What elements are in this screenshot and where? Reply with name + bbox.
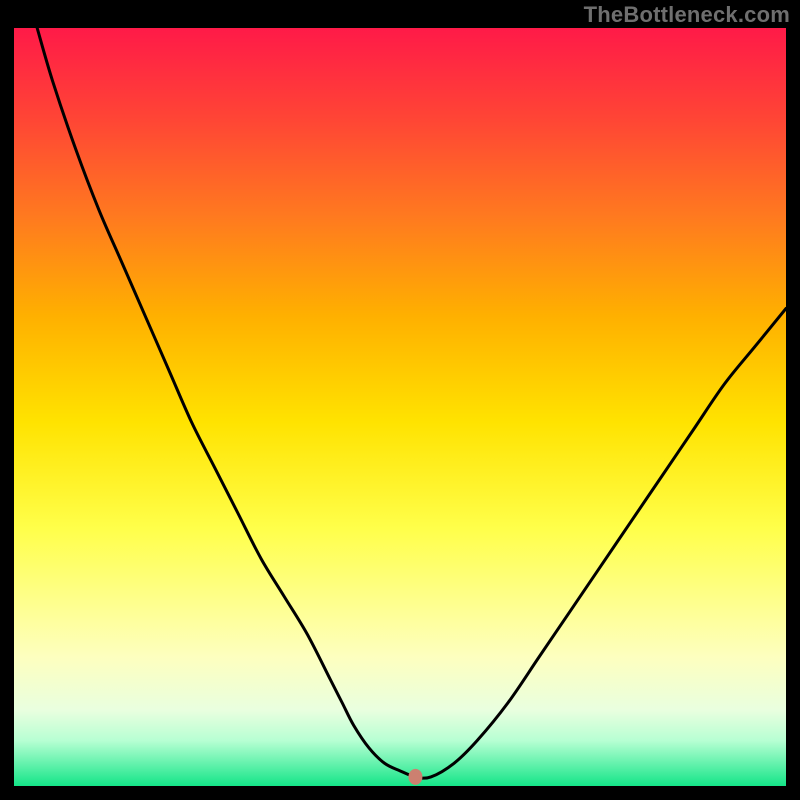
chart-container: TheBottleneck.com (0, 0, 800, 800)
optimal-point-marker (408, 769, 422, 785)
bottleneck-chart (14, 28, 786, 786)
chart-gradient-bg (14, 28, 786, 786)
attribution-label: TheBottleneck.com (584, 2, 790, 28)
